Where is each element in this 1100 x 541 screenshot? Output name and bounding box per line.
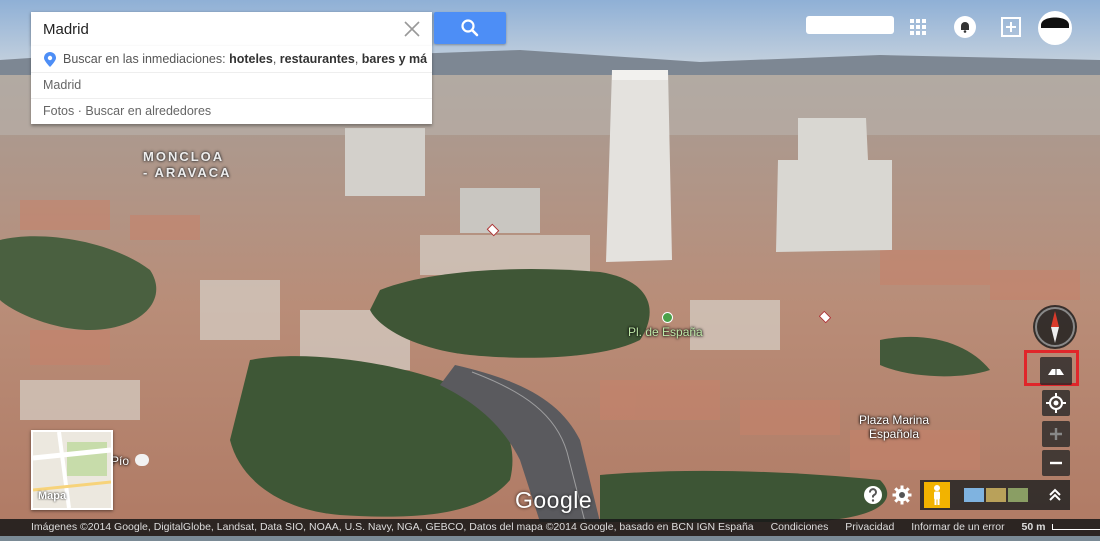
compass-icon <box>1035 307 1075 347</box>
tilt-icon <box>1048 369 1064 375</box>
settings-button[interactable] <box>891 484 913 506</box>
gear-icon <box>892 485 912 505</box>
minus-icon <box>1050 461 1062 465</box>
avatar[interactable] <box>1038 11 1072 45</box>
report-problem-link[interactable]: Informar de un error <box>911 521 1004 533</box>
search-button[interactable] <box>434 12 506 44</box>
place-label-plaza-marina-line2: Española <box>868 427 920 441</box>
plus-box-icon <box>1001 17 1021 37</box>
help-button[interactable] <box>863 485 883 505</box>
zoom-in-button[interactable] <box>1042 421 1070 447</box>
bell-icon <box>954 16 976 38</box>
account-name-redacted <box>806 16 894 34</box>
suggestion-hotels: hoteles <box>229 52 273 66</box>
tilt-button[interactable] <box>1040 357 1072 385</box>
privacy-link[interactable]: Privacidad <box>845 521 894 533</box>
district-label-line1: MONCLOA <box>143 149 225 164</box>
imagery-thumbnail-3[interactable] <box>1008 488 1028 502</box>
scale-bar <box>1052 524 1100 531</box>
district-label: MONCLOA - ARAVACA <box>143 149 232 181</box>
search-input[interactable] <box>31 12 391 46</box>
imagery-thumbnail-2[interactable] <box>986 488 1006 502</box>
my-location-button[interactable] <box>1042 390 1070 416</box>
map-view-toggle[interactable]: Mapa <box>31 430 113 510</box>
plus-icon <box>1050 428 1062 440</box>
apps-button[interactable] <box>905 14 931 40</box>
suggestion-place[interactable]: Madrid <box>31 72 432 98</box>
search-box <box>31 12 432 46</box>
place-label-plaza-espana[interactable]: Pl. de España <box>628 325 703 339</box>
attribution-footer: Imágenes ©2014 Google, DigitalGlobe, Lan… <box>0 519 1100 536</box>
park-marker-icon[interactable] <box>662 312 673 323</box>
attribution-text: Imágenes ©2014 Google, DigitalGlobe, Lan… <box>31 521 754 533</box>
suggestion-bars: bares y má <box>361 52 428 66</box>
apps-grid-icon <box>910 19 926 35</box>
chevron-up-double-icon <box>1049 488 1061 501</box>
avatar-icon <box>1041 17 1069 28</box>
place-label-plaza-marina-line1: Plaza Marina <box>859 413 930 427</box>
pegman-icon <box>934 485 940 505</box>
zoom-out-button[interactable] <box>1042 450 1070 476</box>
notifications-button[interactable] <box>952 14 978 40</box>
expand-imagery-button[interactable] <box>1046 486 1064 504</box>
suggestion-sep2: , <box>354 52 362 66</box>
suggestion-nearby[interactable]: Buscar en las inmediaciones: hoteles, re… <box>31 46 432 72</box>
suggestion-nearby-prefix: Buscar en las inmediaciones: <box>63 52 230 66</box>
imagery-bar <box>920 480 1070 510</box>
search-icon <box>461 19 479 37</box>
minimap-label: Mapa <box>38 490 67 502</box>
scale-label: 50 m <box>1021 521 1046 533</box>
pegman-button[interactable] <box>924 482 950 508</box>
place-label-plaza-marina[interactable]: Plaza Marina Española <box>859 413 929 441</box>
search-suggestions: Buscar en las inmediaciones: hoteles, re… <box>31 46 432 124</box>
compass-button[interactable] <box>1033 305 1077 349</box>
suggestion-restaurants: restaurantes <box>279 52 355 66</box>
google-logo: Google <box>515 487 593 513</box>
help-icon <box>864 486 882 504</box>
place-label-pio[interactable]: Pío <box>111 454 129 468</box>
district-label-line2: - ARAVACA <box>143 165 232 180</box>
clear-search-button[interactable] <box>400 17 424 41</box>
terms-link[interactable]: Condiciones <box>771 521 829 533</box>
suggestion-sep1: , <box>272 52 280 66</box>
suggestion-photos[interactable]: Fotos · Buscar en alrededores <box>31 98 432 124</box>
share-button[interactable] <box>998 14 1024 40</box>
crosshair-icon <box>1046 393 1066 413</box>
imagery-thumbnail-1[interactable] <box>964 488 984 502</box>
close-icon <box>404 21 420 37</box>
transit-icon[interactable] <box>135 454 149 466</box>
location-pin-icon <box>44 51 56 67</box>
